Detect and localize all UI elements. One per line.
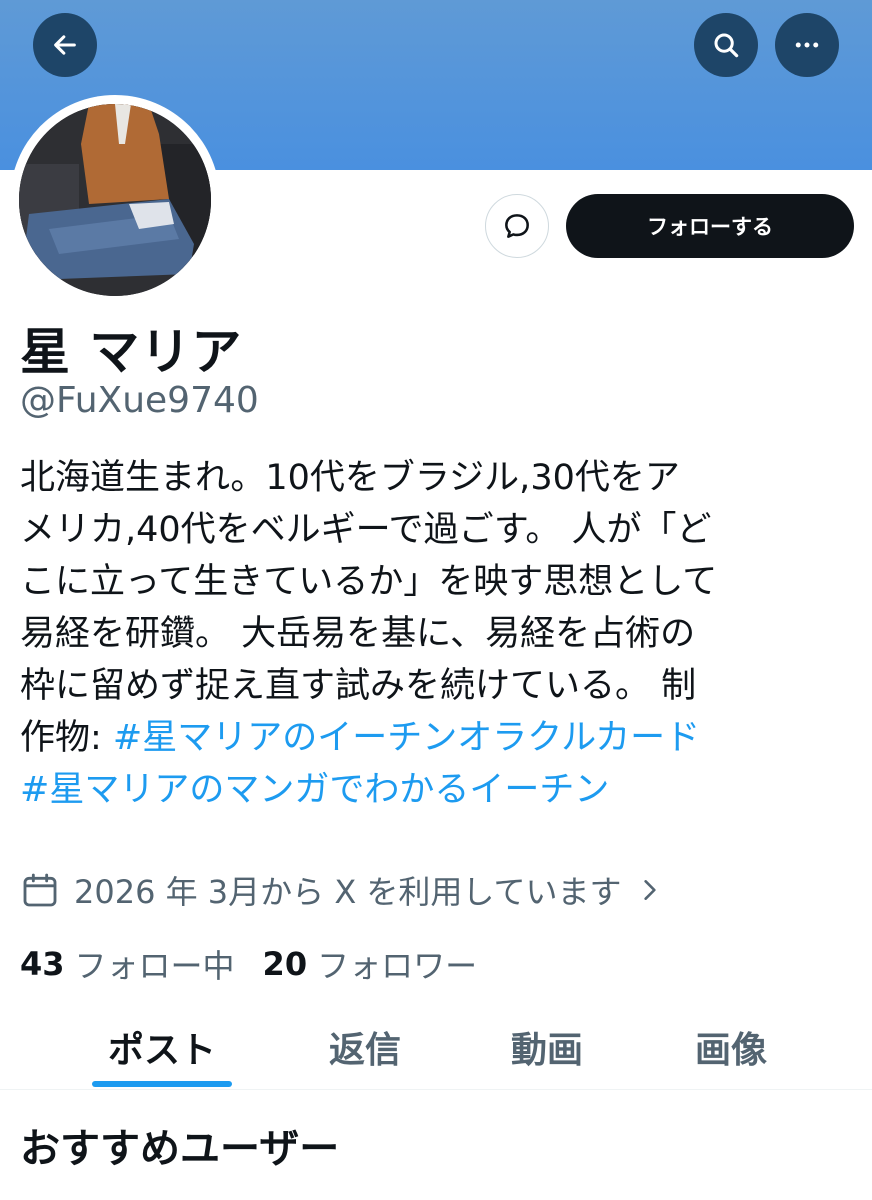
avatar-photo: [19, 104, 211, 296]
followers-count[interactable]: 20: [263, 945, 308, 983]
profile-bio: 北海道生まれ。10代をブラジル,30代をア メリカ,40代をベルギーで過ごす。 …: [20, 452, 850, 816]
display-name: 星 マリア: [20, 323, 243, 381]
following-count[interactable]: 43: [20, 945, 65, 983]
bio-line: メリカ,40代をベルギーで過ごす。 人が「ど: [20, 510, 712, 550]
calendar-icon: [23, 873, 57, 907]
hashtag-link[interactable]: #星マリアのマンガでわかるイーチン: [20, 770, 609, 810]
avatar[interactable]: [19, 104, 211, 296]
chevron-right-icon: [644, 880, 657, 900]
followers-label[interactable]: フォロワー: [317, 941, 477, 987]
bio-line: 北海道生まれ。10代をブラジル,30代をア: [20, 458, 680, 498]
joined-text: 2026 年 3月から X を利用しています: [74, 873, 622, 911]
arrow-left-icon: [54, 35, 76, 55]
message-button[interactable]: [485, 194, 549, 258]
following-label[interactable]: フォロー中: [75, 941, 235, 987]
bio-line: 枠に留めず捉え直す試みを続けている。 制: [20, 666, 697, 706]
tab-replies[interactable]: 返信: [300, 1005, 430, 1089]
search-button[interactable]: [694, 13, 758, 77]
more-button[interactable]: [775, 13, 839, 77]
active-tab-indicator: [92, 1081, 232, 1087]
back-button[interactable]: [33, 13, 97, 77]
joined-date[interactable]: 2026 年 3月から X を利用しています: [20, 864, 663, 916]
bio-line: 易経を研鑽。 大岳易を基に、易経を占術の: [20, 614, 696, 654]
bio-text: 作物:: [20, 718, 113, 758]
bio-line: こに立って生きているか」を映す思想として: [20, 562, 718, 602]
tab-posts[interactable]: ポスト: [92, 1005, 232, 1089]
tab-videos[interactable]: 動画: [482, 1005, 612, 1089]
more-horizontal-icon: [795, 42, 819, 48]
tab-images[interactable]: 画像: [666, 1005, 796, 1089]
follow-stats: 43 フォロー中 20 フォロワー: [20, 938, 505, 990]
hashtag-link[interactable]: #星マリアのイーチンオラクルカード: [113, 718, 700, 758]
bio-line: 作物: #星マリアのイーチンオラクルカード: [20, 712, 850, 764]
user-handle: @FuXue9740: [20, 380, 259, 421]
profile-tabs: ポスト 返信 動画 画像: [0, 1005, 872, 1090]
search-icon: [714, 33, 739, 58]
bio-line: #星マリアのマンガでわかるイーチン: [20, 764, 850, 816]
recommended-users-title: おすすめユーザー: [20, 1126, 340, 1172]
follow-button[interactable]: フォローする: [566, 194, 854, 258]
message-bubble-icon: [505, 214, 529, 238]
